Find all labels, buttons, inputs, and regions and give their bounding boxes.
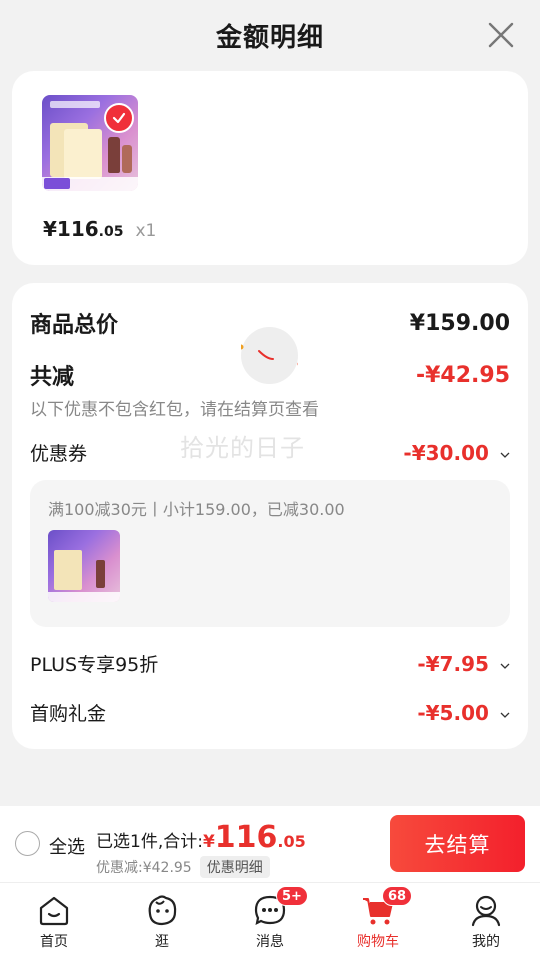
chevron-down-icon[interactable] — [500, 661, 510, 671]
discount-detail-button[interactable]: 优惠明细 — [199, 856, 270, 878]
price-yen: ¥ — [43, 217, 57, 241]
tab-browse[interactable]: 逛 — [108, 883, 216, 957]
bottom-tab-bar: 首页 逛 消息 5+ 购物车 68 我的 — [0, 882, 540, 957]
chevron-down-icon[interactable] — [500, 450, 510, 460]
total-yen: ¥ — [202, 832, 215, 852]
tab-messages[interactable]: 消息 5+ — [216, 883, 324, 957]
page-title: 金额明细 — [215, 22, 324, 53]
tab-home[interactable]: 首页 — [0, 883, 108, 957]
modal-header: 金额明细 — [0, 0, 540, 70]
price-dec: .05 — [98, 224, 124, 240]
product-card: ¥ 116 .05 x1 — [12, 71, 528, 265]
savings-line: 优惠减:¥42.95 优惠明细 — [96, 856, 270, 878]
checkout-button[interactable]: 去结算 — [390, 815, 525, 872]
select-all-label[interactable]: 全选 — [49, 833, 85, 859]
browse-icon — [148, 895, 177, 926]
item-price: ¥ 116 .05 x1 — [43, 217, 156, 241]
chevron-down-icon[interactable] — [500, 710, 510, 720]
tab-label: 购物车 — [357, 934, 399, 950]
tab-label: 消息 — [256, 934, 284, 950]
profile-icon — [471, 895, 501, 927]
tab-profile[interactable]: 我的 — [432, 883, 540, 957]
tab-label: 逛 — [155, 934, 169, 950]
close-icon[interactable] — [484, 18, 518, 52]
cart-badge: 68 — [382, 886, 413, 906]
first-purchase-row[interactable]: 首购礼金 -¥5.00 — [30, 699, 510, 726]
reduce-label: 共减 — [30, 365, 75, 390]
reduce-note: 以下优惠不包含红包，请在结算页查看 — [30, 400, 319, 420]
plus-value: -¥7.95 — [417, 651, 489, 676]
total-int: 116 — [214, 820, 278, 855]
checkout-bar: 全选 已选1件,合计: ¥ 116 .05 优惠减:¥42.95 优惠明细 去结… — [0, 806, 540, 882]
total-summary: 已选1件,合计: ¥ 116 .05 — [96, 820, 306, 855]
selected-check-icon[interactable] — [104, 103, 134, 133]
plus-label: PLUS专享95折 — [30, 654, 159, 676]
total-dec: .05 — [277, 832, 306, 851]
home-icon — [39, 896, 69, 926]
message-badge: 5+ — [276, 886, 308, 906]
savings-text: 优惠减:¥42.95 — [96, 860, 192, 876]
total-value: ¥159.00 — [409, 310, 510, 336]
coupon-detail-text: 满100减30元丨小计159.00，已减30.00 — [48, 500, 345, 519]
loading-spinner-icon — [238, 327, 303, 384]
item-quantity: x1 — [135, 221, 157, 241]
price-int: 116 — [56, 217, 99, 241]
select-all-radio[interactable] — [15, 831, 40, 856]
coupon-value: -¥30.00 — [403, 440, 489, 465]
tab-label: 我的 — [472, 934, 500, 950]
watermark-text: 拾光的日子 — [180, 434, 305, 462]
tab-label: 首页 — [40, 934, 68, 950]
coupon-label: 优惠券 — [30, 443, 88, 465]
coupon-detail-box: 满100减30元丨小计159.00，已减30.00 — [30, 480, 510, 627]
first-purchase-label: 首购礼金 — [30, 703, 107, 725]
first-purchase-value: -¥5.00 — [417, 700, 489, 725]
reduce-value: -¥42.95 — [415, 362, 510, 388]
selected-count-text: 已选1件,合计: — [96, 832, 203, 852]
total-label: 商品总价 — [30, 313, 119, 338]
plus-discount-row[interactable]: PLUS专享95折 -¥7.95 — [30, 650, 510, 677]
coupon-product-thumbnail — [48, 530, 120, 602]
tab-cart[interactable]: 购物车 68 — [324, 883, 432, 957]
